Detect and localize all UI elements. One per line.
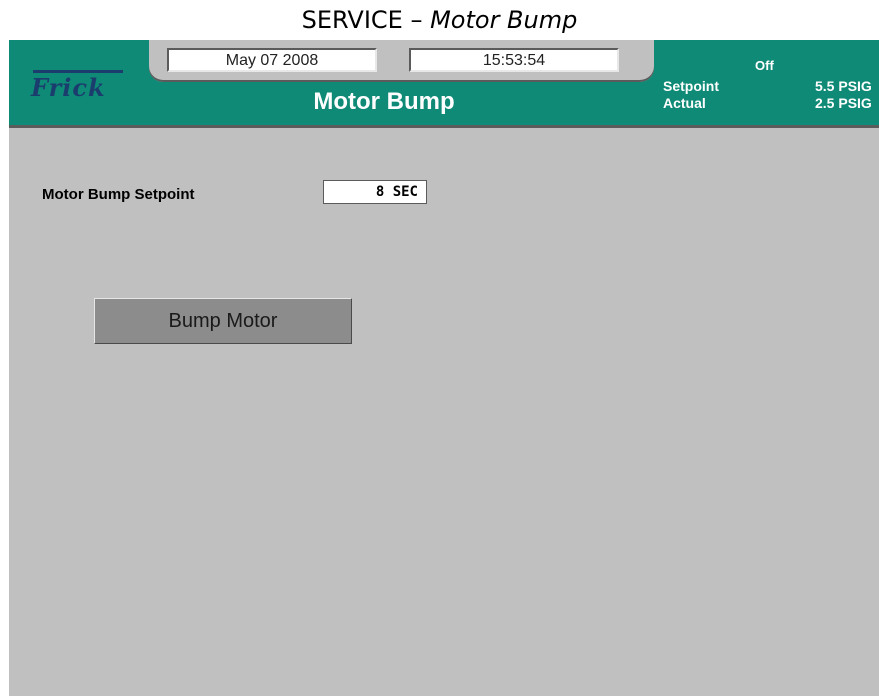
setpoint-value: 5.5 PSIG	[815, 78, 872, 94]
document-title-sub: Motor Bump	[430, 6, 578, 34]
frick-logo: Frick	[27, 70, 127, 102]
document-title-main: SERVICE –	[301, 6, 431, 34]
actual-label: Actual	[663, 95, 706, 111]
bump-motor-button[interactable]: Bump Motor	[94, 298, 352, 344]
motor-bump-setpoint-field[interactable]: 8 SEC	[323, 180, 427, 204]
setpoint-label: Setpoint	[663, 78, 719, 94]
hmi-screen: Frick May 07 2008 15:53:54 Motor Bump Of…	[9, 40, 879, 696]
motor-bump-setpoint-label: Motor Bump Setpoint	[42, 186, 195, 203]
time-display: 15:53:54	[409, 48, 619, 72]
date-display: May 07 2008	[167, 48, 377, 72]
header-bar: Frick May 07 2008 15:53:54 Motor Bump Of…	[9, 40, 879, 128]
screen-title: Motor Bump	[313, 88, 455, 115]
actual-value: 2.5 PSIG	[815, 95, 872, 111]
document-title: SERVICE – Motor Bump	[0, 4, 879, 36]
logo-text: Frick	[31, 73, 106, 102]
run-status: Off	[755, 58, 774, 73]
